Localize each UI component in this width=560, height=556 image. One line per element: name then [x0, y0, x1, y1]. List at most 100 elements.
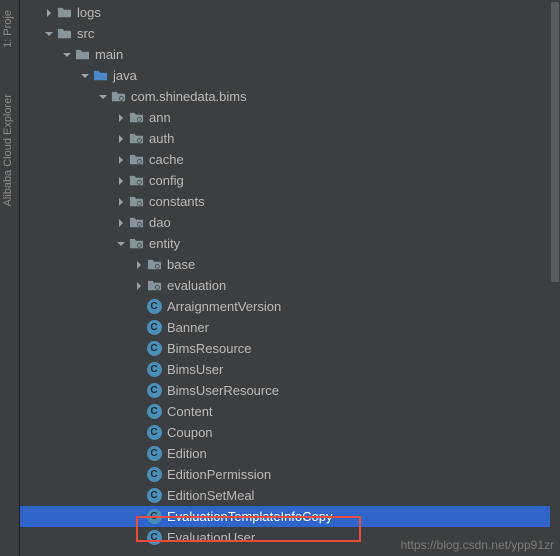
tree-row[interactable]: ann	[20, 107, 560, 128]
arrow-blank	[134, 428, 144, 438]
tree-item-label: BimsResource	[167, 341, 252, 356]
tree-item-label: src	[77, 26, 94, 41]
tree-row[interactable]: CBanner	[20, 317, 560, 338]
chevron-down-icon[interactable]	[62, 50, 72, 60]
package-icon	[146, 278, 162, 294]
chevron-right-icon[interactable]	[116, 113, 126, 123]
arrow-blank	[134, 512, 144, 522]
class-icon: C	[146, 509, 162, 525]
tree-item-label: dao	[149, 215, 171, 230]
tree-row[interactable]: CBimsResource	[20, 338, 560, 359]
tree-item-label: cache	[149, 152, 184, 167]
tree-row[interactable]: src	[20, 23, 560, 44]
tree-row[interactable]: C EditionSetMeal	[20, 485, 560, 506]
arrow-blank	[134, 533, 144, 543]
tree-row[interactable]: config	[20, 170, 560, 191]
arrow-blank	[134, 449, 144, 459]
class-icon: C	[146, 362, 162, 378]
arrow-blank	[134, 365, 144, 375]
tree-item-label: com.shinedata.bims	[131, 89, 247, 104]
watermark: https://blog.csdn.net/ypp91zr	[401, 538, 554, 552]
tree-row[interactable]: C EditionPermission	[20, 464, 560, 485]
arrow-blank	[134, 323, 144, 333]
arrow-blank	[134, 302, 144, 312]
tree-row[interactable]: cache	[20, 149, 560, 170]
chevron-down-icon[interactable]	[44, 29, 54, 39]
class-icon: C	[146, 446, 162, 462]
class-icon: C	[146, 320, 162, 336]
tree-row[interactable]: auth	[20, 128, 560, 149]
tree-row[interactable]: evaluation	[20, 275, 560, 296]
chevron-right-icon[interactable]	[116, 134, 126, 144]
tree-row[interactable]: java	[20, 65, 560, 86]
chevron-down-icon[interactable]	[116, 239, 126, 249]
tree-item-label: auth	[149, 131, 174, 146]
package-icon	[110, 89, 126, 105]
package-icon	[128, 110, 144, 126]
tree-row[interactable]: dao	[20, 212, 560, 233]
tree-item-label: ArraignmentVersion	[167, 299, 281, 314]
package-icon	[128, 194, 144, 210]
folder-icon	[74, 47, 90, 63]
chevron-right-icon[interactable]	[134, 260, 144, 270]
tree-item-label: BimsUserResource	[167, 383, 279, 398]
package-icon	[146, 257, 162, 273]
tree-row[interactable]: CEdition	[20, 443, 560, 464]
scrollbar-thumb[interactable]	[551, 2, 559, 282]
class-icon: C	[146, 467, 162, 483]
scrollbar[interactable]	[550, 0, 560, 556]
chevron-down-icon[interactable]	[80, 71, 90, 81]
tree-row[interactable]: CCoupon	[20, 422, 560, 443]
tree-row[interactable]: main	[20, 44, 560, 65]
class-icon: C	[146, 383, 162, 399]
tree-row[interactable]: entity	[20, 233, 560, 254]
tree-row[interactable]: com.shinedata.bims	[20, 86, 560, 107]
tree-item-label: base	[167, 257, 195, 272]
tree-item-label: BimsUser	[167, 362, 223, 377]
chevron-right-icon[interactable]	[116, 218, 126, 228]
package-icon	[128, 131, 144, 147]
tree-item-label: EvaluationUser	[167, 530, 255, 545]
tree-item-label: java	[113, 68, 137, 83]
tree-row[interactable]: constants	[20, 191, 560, 212]
tree-item-label: EvaluationTemplateInfoCopy	[167, 509, 333, 524]
tree-item-label: entity	[149, 236, 180, 251]
class-icon: C	[146, 488, 162, 504]
arrow-blank	[134, 344, 144, 354]
tree-row[interactable]: logs	[20, 2, 560, 23]
chevron-right-icon[interactable]	[134, 281, 144, 291]
tree-row[interactable]: C BimsUserResource	[20, 380, 560, 401]
chevron-right-icon[interactable]	[116, 176, 126, 186]
chevron-right-icon[interactable]	[116, 155, 126, 165]
class-icon: C	[146, 530, 162, 546]
tree-item-label: ann	[149, 110, 171, 125]
alibaba-cloud-tab[interactable]: Alibaba Cloud Explorer	[0, 86, 16, 215]
tree-row[interactable]: CContent	[20, 401, 560, 422]
chevron-right-icon[interactable]	[44, 8, 54, 18]
tree-row[interactable]: C ArraignmentVersion	[20, 296, 560, 317]
chevron-right-icon[interactable]	[116, 197, 126, 207]
package-icon	[128, 236, 144, 252]
tree-item-label: EditionPermission	[167, 467, 271, 482]
tree-item-label: EditionSetMeal	[167, 488, 254, 503]
tree-item-label: logs	[77, 5, 101, 20]
tree-row[interactable]: base	[20, 254, 560, 275]
tree-row[interactable]: C EvaluationTemplateInfoCopy	[20, 506, 560, 527]
source-folder-icon	[92, 68, 108, 84]
arrow-blank	[134, 491, 144, 501]
folder-icon	[56, 5, 72, 21]
tree-row[interactable]: C BimsUser	[20, 359, 560, 380]
package-icon	[128, 152, 144, 168]
tree-item-label: main	[95, 47, 123, 62]
arrow-blank	[134, 407, 144, 417]
arrow-blank	[134, 386, 144, 396]
package-icon	[128, 173, 144, 189]
project-tree[interactable]: logs srcmain java com.shinedata.bims ann auth…	[20, 0, 560, 556]
project-tab[interactable]: 1: Proje	[0, 2, 16, 56]
tree-item-label: constants	[149, 194, 205, 209]
class-icon: C	[146, 299, 162, 315]
class-icon: C	[146, 404, 162, 420]
arrow-blank	[134, 470, 144, 480]
chevron-down-icon[interactable]	[98, 92, 108, 102]
class-icon: C	[146, 425, 162, 441]
